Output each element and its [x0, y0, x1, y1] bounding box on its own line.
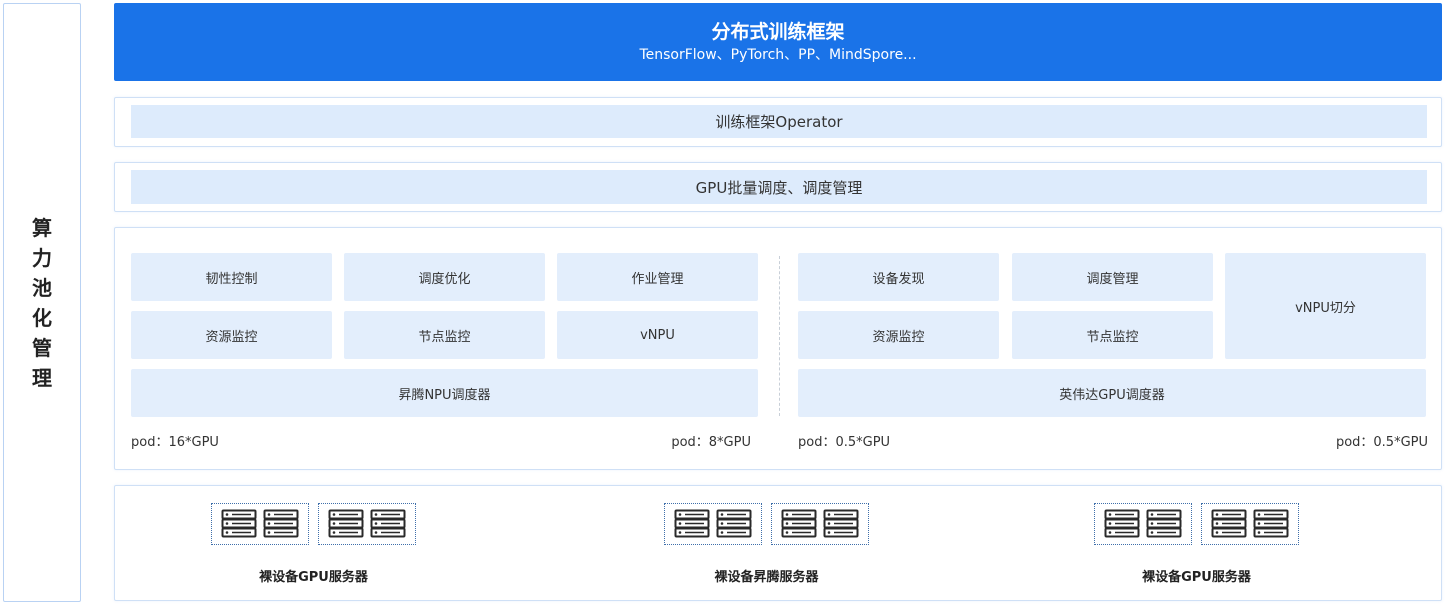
- gpu-pod-right: pod：0.5*GPU: [1335, 435, 1428, 450]
- batch-scheduling-strip: GPU批量调度、调度管理: [131, 170, 1427, 204]
- server-rack: [1201, 503, 1299, 545]
- server-icon: [1253, 509, 1289, 538]
- server-group: [211, 503, 416, 545]
- server-group-label: 裸设备GPU服务器: [259, 570, 368, 585]
- bare-metal-panel: 裸设备GPU服务器 裸设备昇腾服务器 裸设备GPU服务器: [114, 485, 1442, 601]
- server-group-label: 裸设备GPU服务器: [1142, 570, 1251, 585]
- server-icon: [1211, 509, 1247, 538]
- module-scheduling-management: 调度管理: [1012, 253, 1213, 301]
- server-icon: [221, 509, 257, 538]
- side-char: 池: [32, 275, 52, 300]
- module-vnpu-split: vNPU切分: [1225, 253, 1426, 359]
- server-icon: [781, 509, 817, 538]
- server-rack: [318, 503, 416, 545]
- framework-subtitle: TensorFlow、PyTorch、PP、MindSpore...: [639, 47, 917, 63]
- side-char: 理: [32, 365, 52, 390]
- section-divider: [779, 256, 780, 416]
- server-group: [1094, 503, 1299, 545]
- server-icon: [370, 509, 406, 538]
- side-char: 力: [32, 245, 52, 270]
- operator-layer: 训练框架Operator: [114, 97, 1442, 147]
- module-scheduling-optimization: 调度优化: [344, 253, 545, 301]
- server-icon: [328, 509, 364, 538]
- server-icon: [716, 509, 752, 538]
- server-icon: [263, 509, 299, 538]
- npu-pod-right: pod：8*GPU: [671, 435, 751, 450]
- module-device-discovery: 设备发现: [798, 253, 999, 301]
- module-node-monitoring: 节点监控: [344, 311, 545, 359]
- compute-pooling-label: 算 力 池 化 管 理: [3, 3, 81, 602]
- server-icon: [1104, 509, 1140, 538]
- batch-scheduling-layer: GPU批量调度、调度管理: [114, 162, 1442, 212]
- ascend-npu-scheduler: 昇腾NPU调度器: [131, 369, 758, 417]
- server-group: [664, 503, 869, 545]
- nvidia-gpu-scheduler: 英伟达GPU调度器: [798, 369, 1426, 417]
- framework-layer: 分布式训练框架 TensorFlow、PyTorch、PP、MindSpore.…: [114, 3, 1442, 81]
- npu-pod-left: pod：16*GPU: [131, 435, 219, 450]
- module-resource-monitoring: 资源监控: [131, 311, 332, 359]
- gpu-pod-left: pod：0.5*GPU: [798, 435, 891, 450]
- server-icon: [1146, 509, 1182, 538]
- scheduler-modules-panel: 韧性控制 调度优化 作业管理 资源监控 节点监控 vNPU 昇腾NPU调度器 p…: [114, 227, 1442, 470]
- module-resilience-control: 韧性控制: [131, 253, 332, 301]
- module-vnpu: vNPU: [557, 311, 758, 359]
- side-char: 管: [32, 335, 52, 360]
- side-char: 算: [32, 215, 52, 240]
- side-char: 化: [32, 305, 52, 330]
- module-job-management: 作业管理: [557, 253, 758, 301]
- server-rack: [1094, 503, 1192, 545]
- server-rack: [211, 503, 309, 545]
- operator-strip: 训练框架Operator: [131, 105, 1427, 138]
- framework-title: 分布式训练框架: [711, 21, 845, 43]
- server-icon: [674, 509, 710, 538]
- module-node-monitoring-gpu: 节点监控: [1012, 311, 1213, 359]
- server-rack: [771, 503, 869, 545]
- module-resource-monitoring-gpu: 资源监控: [798, 311, 999, 359]
- server-rack: [664, 503, 762, 545]
- server-group-label: 裸设备昇腾服务器: [714, 570, 819, 585]
- server-icon: [823, 509, 859, 538]
